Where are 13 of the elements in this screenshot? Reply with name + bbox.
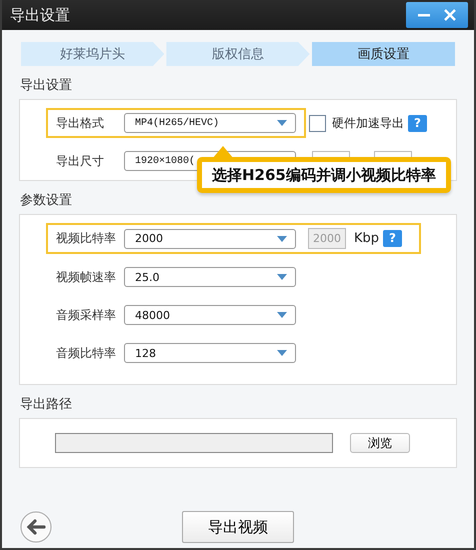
field-label: 音频采样率 (56, 306, 117, 324)
field-label: 导出格式 (56, 114, 105, 132)
section-title: 导出设置 (20, 77, 73, 94)
field-label: 音频比特率 (56, 344, 117, 362)
field-label: 视频帧速率 (56, 268, 117, 286)
unit-label: Kbp (354, 231, 380, 246)
checkbox-label: 硬件加速导出 (332, 114, 404, 132)
field-label: 视频比特率 (56, 230, 117, 247)
section-title: 导出路径 (20, 396, 73, 413)
field-label: 导出尺寸 (56, 152, 105, 170)
window-title: 导出设置 (10, 6, 70, 24)
section-title: 参数设置 (20, 192, 73, 209)
callout-text: 选择H265编码并调小视频比特率 (212, 166, 436, 184)
